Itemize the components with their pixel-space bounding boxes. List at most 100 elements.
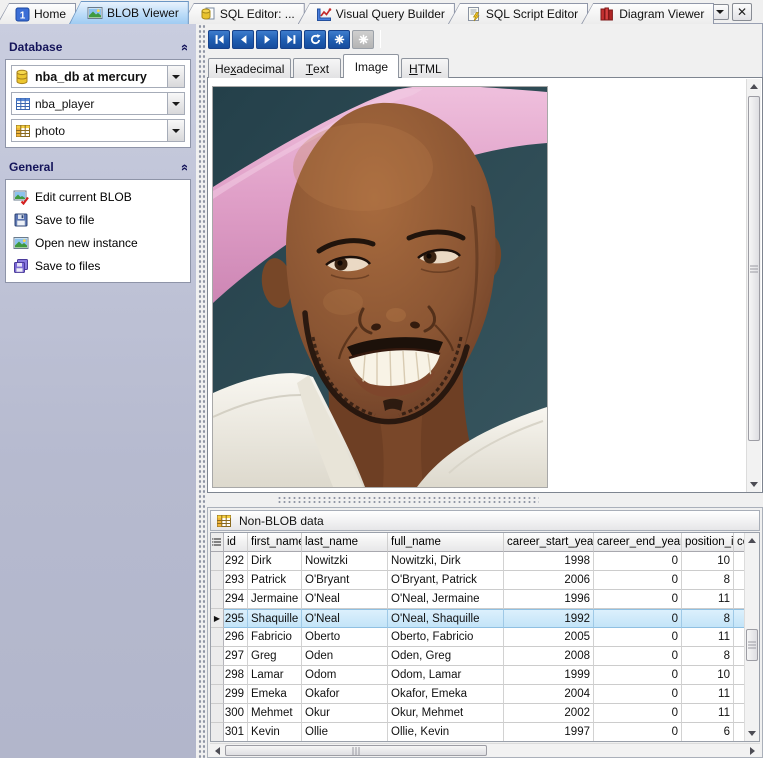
cell-career_end_year[interactable]: 0 [594,723,682,742]
table-row[interactable]: 296FabricioObertoOberto, Fabricio2005011 [211,628,759,647]
prior-record-button[interactable] [232,30,254,49]
cell-last_name[interactable]: Oden [302,647,388,666]
action-open-new-instance[interactable]: Open new instance [11,231,185,254]
grid-vertical-scrollbar[interactable] [744,533,759,741]
close-tab-button[interactable]: ✕ [732,3,752,21]
cell-last_name[interactable]: Oberto [302,628,388,647]
combo-photo[interactable]: photo [11,119,185,142]
cell-full_name[interactable]: Nowitzki, Dirk [388,552,504,571]
cell-career_start_year[interactable]: 2002 [504,704,594,723]
cell-career_end_year[interactable]: 0 [594,628,682,647]
cell-position_id[interactable]: 10 [682,552,734,571]
cell-career_end_year[interactable]: 0 [594,609,682,628]
scrollbar-thumb[interactable] [225,745,487,756]
cell-career_start_year[interactable]: 1997 [504,723,594,742]
cell-career_end_year[interactable]: 0 [594,590,682,609]
cell-position_id[interactable]: 8 [682,571,734,590]
cell-position_id[interactable]: 6 [682,723,734,742]
column-header-career_end_year[interactable]: career_end_year [594,533,682,552]
cell-full_name[interactable]: O'Neal, Jermaine [388,590,504,609]
scrollbar-thumb[interactable] [748,96,760,441]
column-header-first_name[interactable]: first_name [248,533,302,552]
cell-id[interactable]: 292 [224,552,248,571]
action-save-to-files[interactable]: Save to files [11,254,185,277]
combo-dropdown-button[interactable] [167,66,184,87]
cell-last_name[interactable]: Nowitzki [302,552,388,571]
table-row[interactable]: 294JermaineO'NealO'Neal, Jermaine1996011 [211,590,759,609]
cell-position_id[interactable]: 8 [682,647,734,666]
cell-id[interactable]: 300 [224,704,248,723]
cell-first_name[interactable]: Emeka [248,685,302,704]
cell-position_id[interactable]: 8 [682,609,734,628]
action-edit-current-blob[interactable]: Edit current BLOB [11,185,185,208]
cell-first_name[interactable]: Dirk [248,552,302,571]
chevrons-up-icon[interactable]: » [176,43,191,50]
scroll-down-button[interactable] [747,477,761,492]
cell-career_start_year[interactable]: 2005 [504,628,594,647]
cell-last_name[interactable]: O'Bryant [302,571,388,590]
cell-career_end_year[interactable]: 0 [594,666,682,685]
cell-full_name[interactable]: Okur, Mehmet [388,704,504,723]
scroll-up-button[interactable] [745,533,759,548]
cell-position_id[interactable]: 11 [682,628,734,647]
cell-id[interactable]: 293 [224,571,248,590]
cell-id[interactable]: 294 [224,590,248,609]
document-tab-sql-editor[interactable]: SQL Editor: ... [182,3,305,24]
viewer-tab-image[interactable]: Image [343,54,399,78]
cell-career_start_year[interactable]: 2008 [504,647,594,666]
viewer-tab-text[interactable]: Text [293,58,341,78]
scroll-down-button[interactable] [745,726,759,741]
sidebar-section-general-header[interactable]: General » [9,156,187,178]
cell-career_start_year[interactable]: 2004 [504,685,594,704]
cell-position_id[interactable]: 11 [682,704,734,723]
column-header-career_start_year[interactable]: career_start_year [504,533,594,552]
document-tab-blob-viewer[interactable]: BLOB Viewer [69,1,189,24]
column-header-full_name[interactable]: full_name [388,533,504,552]
table-row[interactable]: ▶295ShaquilleO'NealO'Neal, Shaquille1992… [211,609,759,628]
table-row[interactable]: 300MehmetOkurOkur, Mehmet2002011 [211,704,759,723]
table-row[interactable]: 292DirkNowitzkiNowitzki, Dirk1998010 [211,552,759,571]
next-record-button[interactable] [256,30,278,49]
combo-nba-db-at-mercury[interactable]: nba_db at mercury [11,65,185,88]
vertical-splitter[interactable] [196,24,207,758]
cell-id[interactable]: 296 [224,628,248,647]
scroll-left-button[interactable] [210,744,225,757]
cell-id[interactable]: 301 [224,723,248,742]
last-record-button[interactable] [280,30,302,49]
cell-id[interactable]: 298 [224,666,248,685]
cell-career_start_year[interactable]: 2006 [504,571,594,590]
cell-career_end_year[interactable]: 0 [594,552,682,571]
cell-first_name[interactable]: Shaquille [248,609,302,628]
cell-first_name[interactable]: Mehmet [248,704,302,723]
cell-full_name[interactable]: Odom, Lamar [388,666,504,685]
cell-full_name[interactable]: Oberto, Fabricio [388,628,504,647]
cell-last_name[interactable]: Okafor [302,685,388,704]
cell-id[interactable]: 295 [224,609,248,628]
first-record-button[interactable] [208,30,230,49]
refresh-button[interactable] [304,30,326,49]
horizontal-splitter[interactable] [207,493,763,507]
cell-career_start_year[interactable]: 1999 [504,666,594,685]
combo-dropdown-button[interactable] [167,120,184,141]
action-save-to-file[interactable]: Save to file [11,208,185,231]
cell-position_id[interactable]: 11 [682,590,734,609]
scroll-right-button[interactable] [745,744,760,757]
table-row[interactable]: 293PatrickO'BryantO'Bryant, Patrick20060… [211,571,759,590]
cell-first_name[interactable]: Greg [248,647,302,666]
cell-first_name[interactable]: Lamar [248,666,302,685]
column-header-position_id[interactable]: position_id [682,533,734,552]
chevrons-up-icon[interactable]: » [176,163,191,170]
cell-last_name[interactable]: Okur [302,704,388,723]
grid-horizontal-scrollbar[interactable] [210,743,760,757]
document-tab-home[interactable]: 1Home [0,3,76,24]
viewer-tab-hexadecimal[interactable]: Hexadecimal [208,58,291,78]
document-tab-visual-query-builder[interactable]: Visual Query Builder [298,3,455,24]
cell-first_name[interactable]: Kevin [248,723,302,742]
cell-career_end_year[interactable]: 0 [594,571,682,590]
column-header-last_name[interactable]: last_name [302,533,388,552]
image-vertical-scrollbar[interactable] [746,79,761,492]
document-tab-diagram-viewer[interactable]: Diagram Viewer [581,3,714,24]
sidebar-section-database-header[interactable]: Database » [9,36,187,58]
cell-full_name[interactable]: Okafor, Emeka [388,685,504,704]
cell-career_start_year[interactable]: 1996 [504,590,594,609]
